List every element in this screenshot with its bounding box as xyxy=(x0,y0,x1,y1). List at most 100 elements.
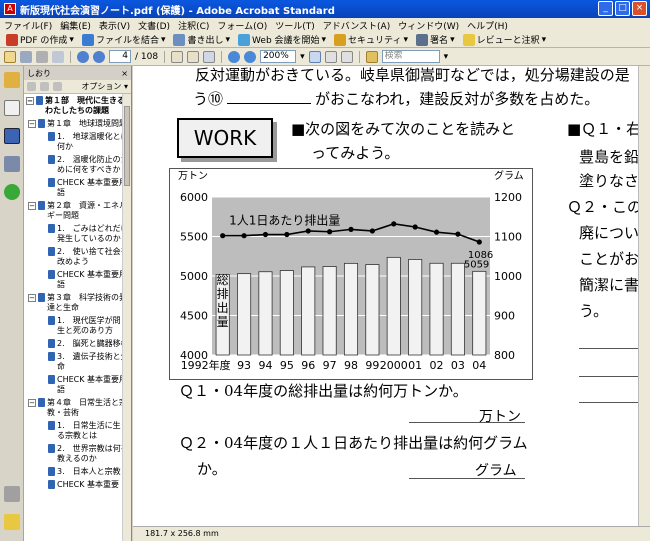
select-text-icon[interactable] xyxy=(187,50,200,63)
previous-page-icon[interactable] xyxy=(77,50,89,63)
collapse-toggle-icon[interactable]: − xyxy=(28,294,36,302)
bookmark-item[interactable]: − 第３章 科学技術の発達と生命 xyxy=(24,293,132,313)
print-icon[interactable] xyxy=(36,50,48,63)
bookmark-item[interactable]: CHECK 基本重要用語 xyxy=(24,270,132,290)
bookmarks-scrollbar[interactable] xyxy=(122,94,131,541)
bookmark-item[interactable]: 2. 使い捨て社会を改めよう xyxy=(24,247,132,267)
bookmark-item[interactable]: 2. 温暖化防止のために何をすべきか xyxy=(24,155,132,175)
maximize-button[interactable]: □ xyxy=(615,1,630,16)
save-icon[interactable] xyxy=(20,50,32,63)
create-pdf-button[interactable]: PDF の作成 ▾ xyxy=(4,33,76,46)
question-1-unit: 万トン xyxy=(479,409,521,425)
close-panel-icon[interactable]: × xyxy=(121,69,128,78)
bookmark-icon xyxy=(48,155,55,164)
new-bookmark-icon[interactable] xyxy=(27,82,36,91)
bookmark-options-button[interactable]: オプション ▾ xyxy=(81,81,128,92)
security-button[interactable]: セキュリティ ▾ xyxy=(332,33,410,46)
right-column-line-6: ことがお xyxy=(579,250,638,268)
menu-tools[interactable]: ツール(T) xyxy=(275,19,315,32)
open-folder-icon[interactable] xyxy=(4,50,16,63)
waste-chart-svg: 40004500500055006000800900100011001200万ト… xyxy=(178,169,524,372)
bookmark-item[interactable]: − 第１章 地球環境問題 xyxy=(24,119,132,129)
bookmark-item[interactable]: − 第４章 日常生活と宗教・芸術 xyxy=(24,398,132,418)
bookmark-item[interactable]: 1. 日常生活に生きる宗教とは xyxy=(24,421,132,441)
attachments-icon[interactable] xyxy=(4,486,20,502)
binoculars-icon[interactable] xyxy=(365,50,378,63)
bookmark-item[interactable]: 1. 地球温暖化とは何か xyxy=(24,132,132,152)
combine-files-button[interactable]: ファイルを結合 ▾ xyxy=(80,33,168,46)
collapse-toggle-icon[interactable]: − xyxy=(28,399,36,407)
export-button[interactable]: 書き出し ▾ xyxy=(171,33,232,46)
answer-line xyxy=(579,402,638,403)
bookmark-icon xyxy=(38,398,45,407)
work-label-box: WORK xyxy=(177,118,273,158)
bookmark-item[interactable]: 3. 遺伝子技術と生命 xyxy=(24,352,132,372)
document-scrollbar[interactable] xyxy=(638,66,650,526)
line-point xyxy=(262,231,269,238)
scrollbar-thumb[interactable] xyxy=(124,106,130,186)
bookmark-item[interactable]: − 第１部 現代に生きるわたしたちの課題 xyxy=(24,96,132,116)
delete-bookmark-icon[interactable] xyxy=(40,82,49,91)
bookmarks-panel: しおり × オプション ▾ − 第１部 現代に生きるわたしたちの課題 − 第１章 地球… xyxy=(24,66,132,541)
pages-icon[interactable] xyxy=(4,100,20,116)
search-input[interactable]: 検索 xyxy=(381,50,440,63)
bookmark-label: 1. 日常生活に生きる宗教とは xyxy=(57,421,129,440)
next-page-icon[interactable] xyxy=(93,50,105,63)
zoom-in-icon[interactable] xyxy=(244,50,257,63)
bookmark-label: 1. 地球温暖化とは何か xyxy=(57,132,129,151)
menu-document[interactable]: 文書(D) xyxy=(138,19,170,32)
bookmarks-icon[interactable] xyxy=(4,128,20,144)
sign-button[interactable]: 署名 ▾ xyxy=(414,33,457,46)
bookmark-item[interactable]: CHECK 基本重要用語 xyxy=(24,375,132,395)
email-icon[interactable] xyxy=(52,50,64,63)
signatures-icon[interactable] xyxy=(4,156,20,172)
bookmark-item[interactable]: 1. 現代医学が問う生と死のあり方 xyxy=(24,316,132,336)
fit-page-icon[interactable] xyxy=(324,50,337,63)
lock-icon[interactable] xyxy=(4,72,20,88)
task-toolbar: PDF の作成 ▾ ファイルを結合 ▾ 書き出し ▾ Web 会議を開始 ▾ セキュリテ… xyxy=(0,32,650,48)
menu-advanced[interactable]: アドバンスト(A) xyxy=(323,19,390,32)
bookmark-item[interactable]: 1. ごみはどれだけ発生しているのか xyxy=(24,224,132,244)
line-point xyxy=(412,224,418,230)
menu-help[interactable]: ヘルプ(H) xyxy=(467,19,508,32)
bookmarks-header: しおり × xyxy=(24,66,131,80)
expand-bookmark-icon[interactable] xyxy=(53,82,62,91)
menu-bar: ファイル(F) 編集(E) 表示(V) 文書(D) 注釈(C) フォーム(O) … xyxy=(0,18,650,32)
hand-tool-icon[interactable] xyxy=(171,50,184,63)
menu-forms[interactable]: フォーム(O) xyxy=(217,19,267,32)
page-number-input[interactable]: 4 xyxy=(109,50,131,63)
minimize-button[interactable]: _ xyxy=(598,1,613,16)
x-tick-label: 99 xyxy=(365,359,379,372)
web-meeting-button[interactable]: Web 会議を開始 ▾ xyxy=(236,33,328,46)
bookmark-label: 第３章 科学技術の発達と生命 xyxy=(47,293,127,312)
menu-file[interactable]: ファイル(F) xyxy=(4,19,52,32)
zoom-level-select[interactable]: 200% xyxy=(260,50,297,63)
bookmark-item[interactable]: 2. 脳死と臓器移植 xyxy=(24,339,132,349)
document-view[interactable]: 反対運動がおきている。岐阜県御嵩町などでは，処分場建設の是 う⑩ がおこなわれ，建… xyxy=(133,66,638,526)
collapse-toggle-icon[interactable]: − xyxy=(26,97,34,105)
bookmark-item[interactable]: 2. 世界宗教は何を教えるのか xyxy=(24,444,132,464)
help-icon[interactable] xyxy=(4,184,20,200)
zoom-tool-icon[interactable] xyxy=(203,50,216,63)
comments-icon[interactable] xyxy=(4,514,20,530)
review-comment-button[interactable]: レビューと注釈 ▾ xyxy=(461,33,549,46)
bookmark-icon xyxy=(48,352,55,361)
line-point xyxy=(327,229,333,235)
zoom-out-icon[interactable] xyxy=(228,50,241,63)
close-button[interactable]: × xyxy=(632,1,647,16)
bookmark-tree: − 第１部 現代に生きるわたしたちの課題 − 第１章 地球環境問題 1. 地球温暖化とは… xyxy=(24,94,132,541)
menu-window[interactable]: ウィンドウ(W) xyxy=(398,19,459,32)
bookmark-item[interactable]: − 第２章 資源・エネルギー問題 xyxy=(24,201,132,221)
bookmark-item[interactable]: CHECK 基本重要用語 xyxy=(24,178,132,198)
menu-edit[interactable]: 編集(E) xyxy=(60,19,91,32)
actual-size-icon[interactable] xyxy=(308,50,321,63)
menu-comments[interactable]: 注釈(C) xyxy=(178,19,209,32)
fit-width-icon[interactable] xyxy=(340,50,353,63)
collapse-toggle-icon[interactable]: − xyxy=(28,120,36,128)
bookmark-item[interactable]: CHECK 基本重要 xyxy=(24,480,132,490)
collapse-toggle-icon[interactable]: − xyxy=(28,202,36,210)
bookmark-item[interactable]: 3. 日本人と宗教 xyxy=(24,467,132,477)
line-point xyxy=(476,239,482,245)
menu-view[interactable]: 表示(V) xyxy=(99,19,130,32)
bar xyxy=(322,266,337,356)
